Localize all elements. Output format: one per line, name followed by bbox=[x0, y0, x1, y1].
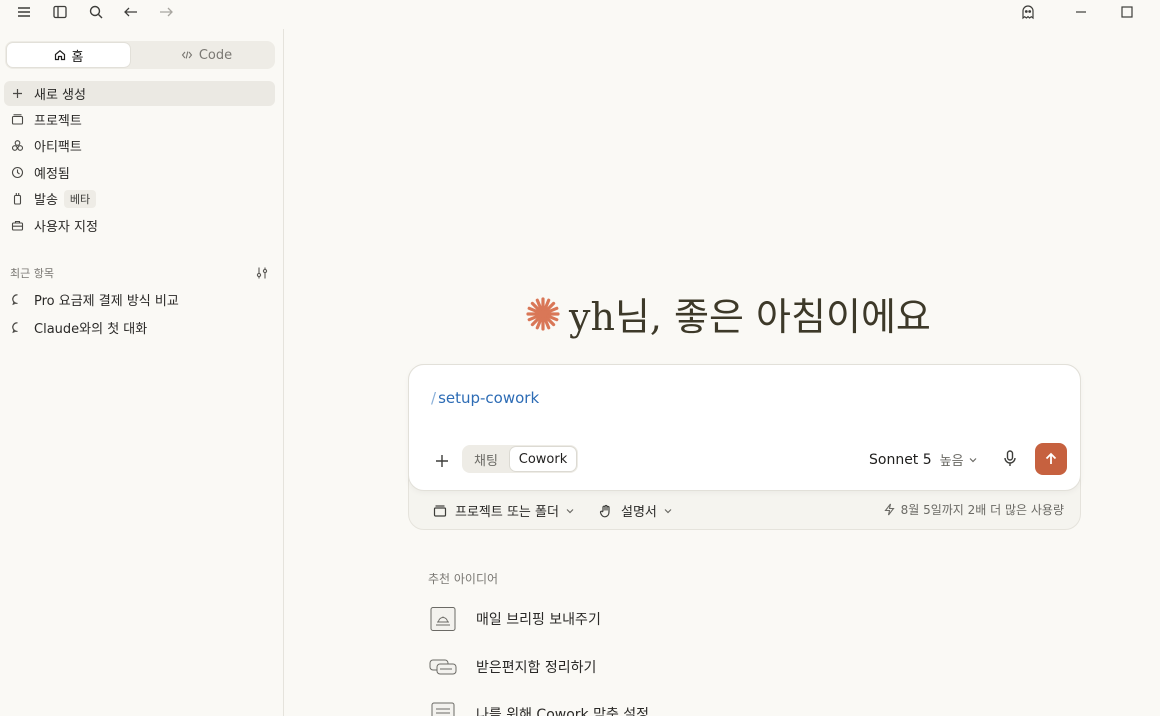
sidebar-item-label: 사용자 지정 bbox=[34, 220, 98, 235]
sidebar-tab-switch: 홈 Code bbox=[5, 41, 275, 69]
chevron-down-icon bbox=[664, 508, 672, 513]
mode-cowork-tab[interactable]: Cowork bbox=[510, 447, 576, 471]
sidebar-item-label: 새로 생성 bbox=[34, 88, 86, 103]
idea-item[interactable]: 매일 브리핑 보내주기 bbox=[428, 603, 828, 635]
code-icon bbox=[181, 51, 193, 59]
sidebar-item-artifacts[interactable]: 아티팩트 bbox=[4, 133, 275, 158]
plus-icon bbox=[10, 87, 24, 101]
idea-label: 매일 브리핑 보내주기 bbox=[476, 612, 601, 628]
forward-arrow-icon[interactable] bbox=[156, 2, 176, 22]
chevron-down-icon bbox=[566, 508, 574, 513]
arrow-up-icon bbox=[1045, 452, 1057, 464]
filter-icon[interactable] bbox=[255, 265, 269, 279]
microphone-icon[interactable] bbox=[1001, 449, 1019, 469]
tab-code-label: Code bbox=[198, 47, 233, 63]
chat-bubble-icon bbox=[10, 321, 24, 335]
sidebar-item-label: 예정됨 bbox=[34, 167, 70, 182]
slash-command: setup-cowork bbox=[438, 389, 540, 407]
sidebar-item-customize[interactable]: 사용자 지정 bbox=[4, 213, 275, 238]
sidebar: 홈 Code 새로 생성 프로젝트 아티팩트 예정됨 발송 베타 사용자 지정 … bbox=[0, 29, 284, 716]
folder-icon bbox=[433, 504, 447, 517]
tab-code[interactable]: Code bbox=[145, 43, 268, 67]
project-folder-chip[interactable]: 프로젝트 또는 폴더 bbox=[433, 501, 575, 520]
menu-icon[interactable] bbox=[14, 2, 34, 22]
recent-item[interactable]: Claude와의 첫 대화 bbox=[4, 315, 275, 340]
idea-label: 받은편지함 정리하기 bbox=[476, 660, 597, 676]
recent-item-label: Claude와의 첫 대화 bbox=[34, 322, 148, 337]
add-attachment-button[interactable] bbox=[431, 450, 453, 472]
prompt-input[interactable]: / setup-cowork bbox=[431, 389, 539, 407]
composer[interactable]: / setup-cowork 채팅 Cowork Sonnet 5 높음 bbox=[408, 364, 1081, 491]
briefcase-icon bbox=[10, 219, 24, 233]
hand-icon bbox=[599, 504, 610, 517]
main-area: yh님, 좋은 아침이에요 / setup-cowork 채팅 Cowork So… bbox=[285, 0, 1160, 716]
idea-item[interactable]: 나를 위해 Cowork 맞춤 설정 bbox=[428, 698, 828, 716]
greeting-text: yh님, 좋은 아침이에요 bbox=[569, 295, 931, 339]
greeting: yh님, 좋은 아침이에요 bbox=[525, 286, 931, 341]
home-icon bbox=[54, 50, 65, 61]
back-arrow-icon[interactable] bbox=[121, 2, 141, 22]
sidebar-item-dispatch[interactable]: 발송 베타 bbox=[4, 186, 275, 211]
send-button[interactable] bbox=[1035, 443, 1067, 475]
beta-badge: 베타 bbox=[63, 189, 97, 208]
artifact-icon bbox=[10, 139, 24, 153]
tab-home[interactable]: 홈 bbox=[7, 43, 130, 67]
effort-level: 높음 bbox=[939, 454, 964, 469]
briefing-icon bbox=[428, 606, 458, 632]
send-device-icon bbox=[10, 192, 24, 206]
model-name: Sonnet 5 bbox=[869, 451, 932, 468]
sidebar-item-new[interactable]: 새로 생성 bbox=[4, 81, 275, 106]
instructions-label: 설명서 bbox=[621, 505, 657, 520]
usage-notice: 8월 5일까지 2배 더 많은 사용량 bbox=[883, 501, 1064, 518]
document-icon bbox=[428, 701, 458, 716]
usage-text: 8월 5일까지 2배 더 많은 사용량 bbox=[900, 503, 1064, 517]
search-icon[interactable] bbox=[86, 2, 106, 22]
mode-chat-tab[interactable]: 채팅 bbox=[462, 445, 510, 473]
composer-footer: 프로젝트 또는 폴더 설명서 8월 5일까지 2배 더 많은 사용량 bbox=[409, 491, 1082, 529]
slash-prefix: / bbox=[431, 389, 437, 407]
recent-item-label: Pro 요금제 결제 방식 비교 bbox=[34, 294, 179, 309]
plus-icon bbox=[436, 455, 448, 467]
sidebar-item-scheduled[interactable]: 예정됨 bbox=[4, 160, 275, 185]
instructions-chip[interactable]: 설명서 bbox=[599, 501, 673, 520]
lightning-icon bbox=[883, 503, 895, 516]
folder-icon bbox=[10, 113, 24, 127]
chat-bubble-icon bbox=[10, 293, 24, 307]
project-folder-label: 프로젝트 또는 폴더 bbox=[455, 505, 559, 520]
recent-item[interactable]: Pro 요금제 결제 방식 비교 bbox=[4, 287, 275, 312]
idea-label: 나를 위해 Cowork 맞춤 설정 bbox=[476, 707, 650, 716]
mode-switch: 채팅 Cowork bbox=[462, 445, 578, 473]
ideas-heading: 추천 아이디어 bbox=[428, 572, 499, 586]
sidebar-item-label: 아티팩트 bbox=[34, 140, 82, 155]
recent-heading: 최근 항목 bbox=[10, 267, 54, 280]
composer-container: / setup-cowork 채팅 Cowork Sonnet 5 높음 프로젝… bbox=[408, 364, 1081, 530]
sidebar-item-projects[interactable]: 프로젝트 bbox=[4, 107, 275, 132]
inbox-icon bbox=[428, 654, 458, 680]
idea-item[interactable]: 받은편지함 정리하기 bbox=[428, 651, 828, 683]
clock-icon bbox=[10, 166, 24, 180]
tab-home-label: 홈 bbox=[71, 49, 84, 65]
sidebar-item-label: 발송 bbox=[34, 193, 58, 208]
sidebar-toggle-icon[interactable] bbox=[50, 2, 70, 22]
chevron-down-icon bbox=[969, 457, 977, 462]
model-selector[interactable]: Sonnet 5 높음 bbox=[869, 450, 978, 469]
sidebar-item-label: 프로젝트 bbox=[34, 114, 82, 129]
claude-spark-icon bbox=[526, 296, 560, 331]
